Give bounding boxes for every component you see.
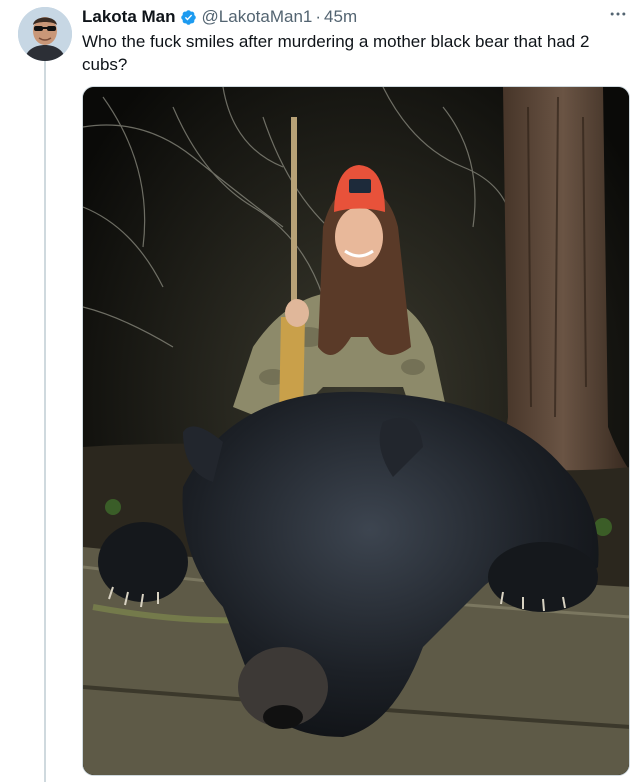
avatar[interactable] (18, 7, 72, 61)
separator-dot: · (315, 7, 322, 26)
timestamp[interactable]: 45m (324, 7, 357, 27)
avatar-photo (18, 7, 72, 61)
tweet-media-photo[interactable] (82, 86, 630, 776)
person-face (335, 207, 383, 267)
logo-patch (349, 179, 371, 193)
tweet-header: Lakota Man @LakotaMan1 · 45m (82, 5, 357, 29)
thread-line (44, 60, 46, 782)
author-name[interactable]: Lakota Man (82, 7, 176, 27)
photo-scene (83, 87, 629, 775)
author-handle[interactable]: @LakotaMan1 (202, 7, 313, 27)
verified-badge-icon (180, 9, 197, 26)
tweet-text: Who the fuck smiles after murdering a mo… (82, 32, 590, 74)
more-horizontal-icon[interactable] (606, 2, 630, 26)
